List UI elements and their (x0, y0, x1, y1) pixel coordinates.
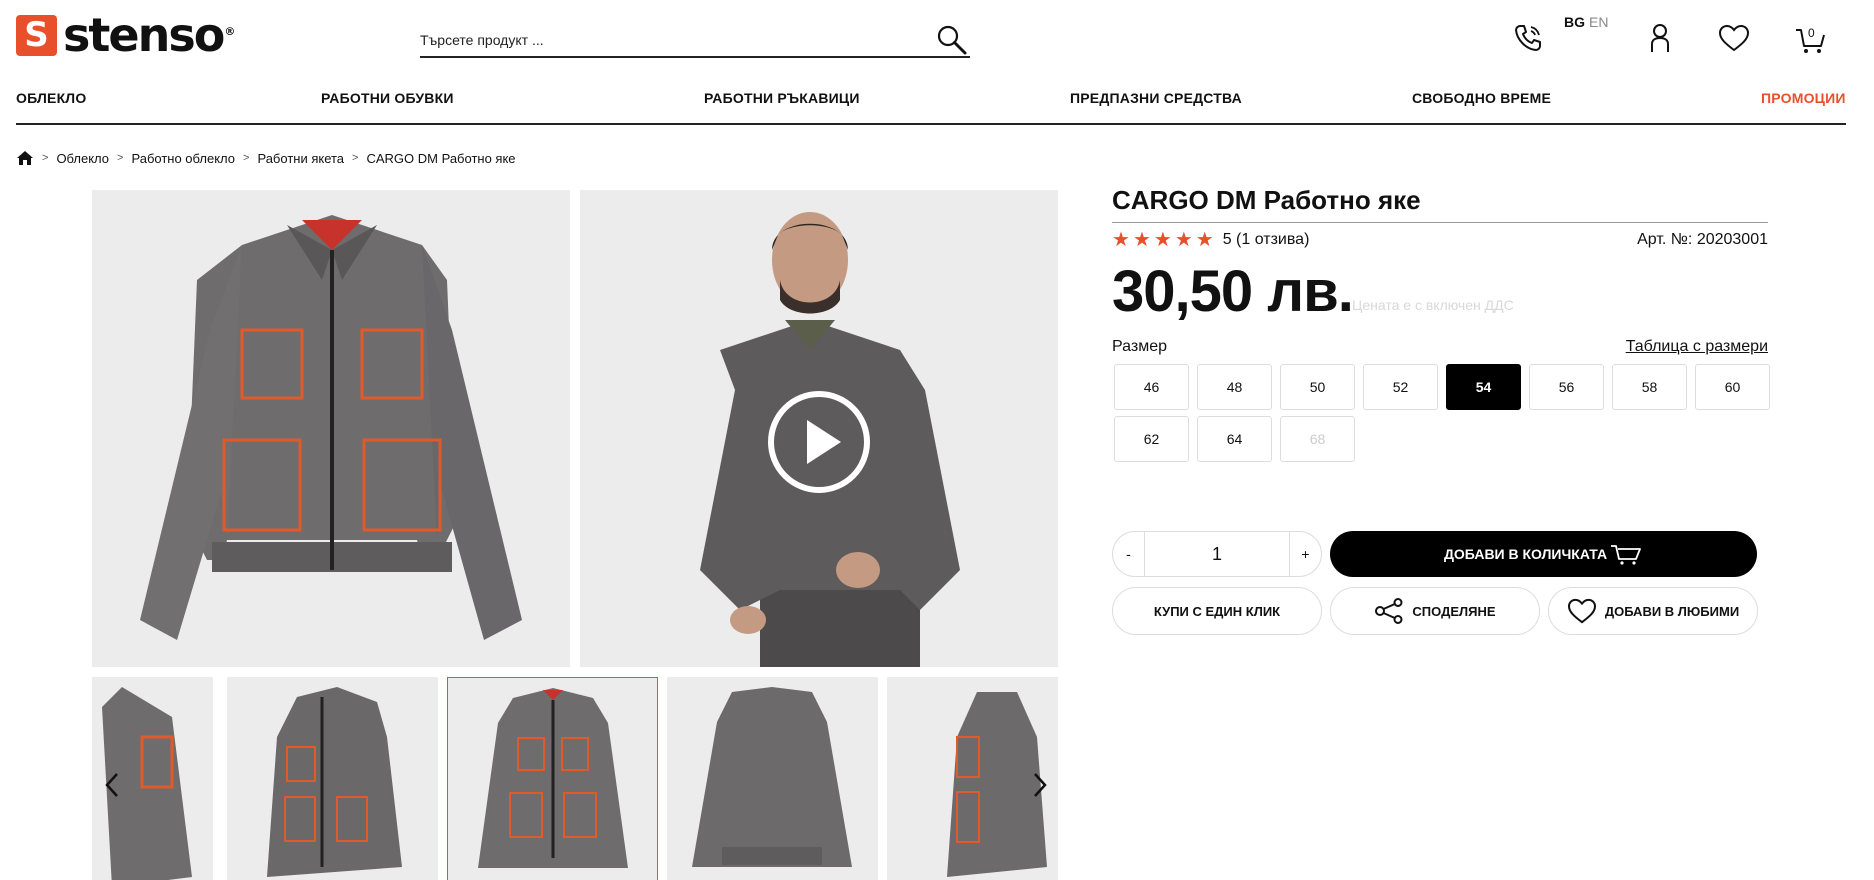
heart-icon[interactable] (1718, 24, 1750, 52)
size-option[interactable]: 48 (1197, 364, 1272, 410)
heart-icon (1567, 598, 1596, 624)
nav-item-work-shoes[interactable]: РАБОТНИ ОБУВКИ (321, 90, 454, 106)
qty-input[interactable]: 1 (1145, 544, 1289, 565)
quantity-stepper: - 1 + (1112, 531, 1322, 577)
add-to-cart-button[interactable]: ДОБАВИ В КОЛИЧКАТА (1330, 531, 1757, 577)
chevron-right-icon: > (42, 152, 49, 164)
product-rating[interactable]: ★ ★ ★ ★ ★ 5 (1 отзива) (1112, 230, 1309, 250)
lang-en[interactable]: EN (1589, 14, 1608, 30)
main-nav: ОБЛЕКЛО РАБОТНИ ОБУВКИ РАБОТНИ РЪКАВИЦИ … (16, 85, 1846, 125)
rating-text: 5 (1 отзива) (1222, 231, 1310, 248)
one-click-buy-button[interactable]: КУПИ С ЕДИН КЛИК (1112, 587, 1322, 635)
size-label: Размер (1112, 338, 1167, 355)
share-button[interactable]: СПОДЕЛЯНЕ (1330, 587, 1540, 635)
size-option[interactable]: 58 (1612, 364, 1687, 410)
size-option[interactable]: 64 (1197, 416, 1272, 462)
product-main-image[interactable] (92, 190, 570, 667)
thumbnail-active[interactable] (447, 677, 658, 880)
breadcrumb-current: CARGO DM Работно яке (366, 150, 516, 166)
search-icon[interactable] (936, 24, 968, 56)
product-price: 30,50 лв. (1112, 259, 1354, 324)
star-icon: ★ (1195, 229, 1214, 251)
size-option-unavailable: 68 (1280, 416, 1355, 462)
size-option[interactable]: 46 (1114, 364, 1189, 410)
star-icon: ★ (1132, 229, 1151, 251)
size-table-link[interactable]: Таблица с размери (1626, 338, 1768, 356)
chevron-right-icon: > (117, 152, 124, 164)
product-video[interactable] (580, 190, 1058, 667)
cart-count-badge: 0 (1808, 26, 1815, 40)
nav-item-clothing[interactable]: ОБЛЕКЛО (16, 90, 86, 106)
share-label: СПОДЕЛЯНЕ (1412, 603, 1496, 619)
favorites-label: ДОБАВИ В ЛЮБИМИ (1604, 603, 1740, 619)
search-input[interactable] (420, 32, 920, 48)
nav-item-protective[interactable]: ПРЕДПАЗНИ СРЕДСТВА (1070, 90, 1242, 106)
phone-icon[interactable] (1512, 22, 1544, 54)
play-icon[interactable] (767, 390, 871, 494)
chevron-left-icon[interactable] (102, 770, 122, 800)
vat-note: Цената е с включен ДДС (1352, 297, 1514, 313)
thumbnail[interactable] (667, 677, 878, 880)
size-option[interactable]: 50 (1280, 364, 1355, 410)
site-logo[interactable]: S stenso® (16, 8, 235, 62)
article-number: Арт. №: 20203001 (1637, 231, 1768, 248)
star-icon: ★ (1153, 229, 1172, 251)
logo-mark: S (16, 14, 57, 56)
breadcrumb: > Облекло > Работно облекло > Работни як… (16, 150, 516, 166)
one-click-label: КУПИ С ЕДИН КЛИК (1153, 603, 1281, 619)
chevron-right-icon[interactable] (1030, 770, 1050, 800)
thumbnail[interactable] (227, 677, 438, 880)
language-switcher: BG EN (1564, 14, 1608, 30)
product-title: CARGO DM Работно яке (1112, 185, 1421, 215)
search-bar (420, 24, 970, 58)
nav-item-work-gloves[interactable]: РАБОТНИ РЪКАВИЦИ (704, 90, 860, 106)
nav-item-leisure[interactable]: СВОБОДНО ВРЕМЕ (1412, 90, 1551, 106)
size-option[interactable]: 52 (1363, 364, 1438, 410)
nav-item-promotions[interactable]: ПРОМОЦИИ (1761, 90, 1846, 106)
add-to-favorites-button[interactable]: ДОБАВИ В ЛЮБИМИ (1548, 587, 1758, 635)
thumbnail-strip (92, 677, 1058, 880)
breadcrumb-item[interactable]: Облекло (56, 151, 109, 166)
share-icon (1375, 598, 1403, 624)
add-to-cart-label: ДОБАВИ В КОЛИЧКАТА (1443, 546, 1608, 562)
lang-bg[interactable]: BG (1564, 14, 1585, 30)
breadcrumb-item[interactable]: Работно облекло (131, 151, 235, 166)
size-option[interactable]: 60 (1695, 364, 1770, 410)
chevron-right-icon: > (243, 152, 250, 164)
star-icon: ★ (1112, 229, 1130, 251)
breadcrumb-item[interactable]: Работни якета (257, 151, 344, 166)
home-icon[interactable] (16, 150, 34, 166)
chevron-right-icon: > (352, 152, 359, 164)
size-option[interactable]: 62 (1114, 416, 1189, 462)
qty-increase-button[interactable]: + (1289, 532, 1321, 576)
qty-decrease-button[interactable]: - (1113, 532, 1145, 576)
size-option[interactable]: 56 (1529, 364, 1604, 410)
user-icon[interactable] (1646, 22, 1674, 54)
star-icon: ★ (1174, 229, 1193, 251)
title-divider (1112, 222, 1768, 223)
jacket-front-image (92, 190, 570, 667)
site-header: S stenso® BGEN 0 (0, 0, 1874, 75)
size-option-selected[interactable]: 54 (1446, 364, 1521, 410)
cart-icon (1611, 545, 1641, 565)
logo-text: stenso® (63, 8, 235, 62)
